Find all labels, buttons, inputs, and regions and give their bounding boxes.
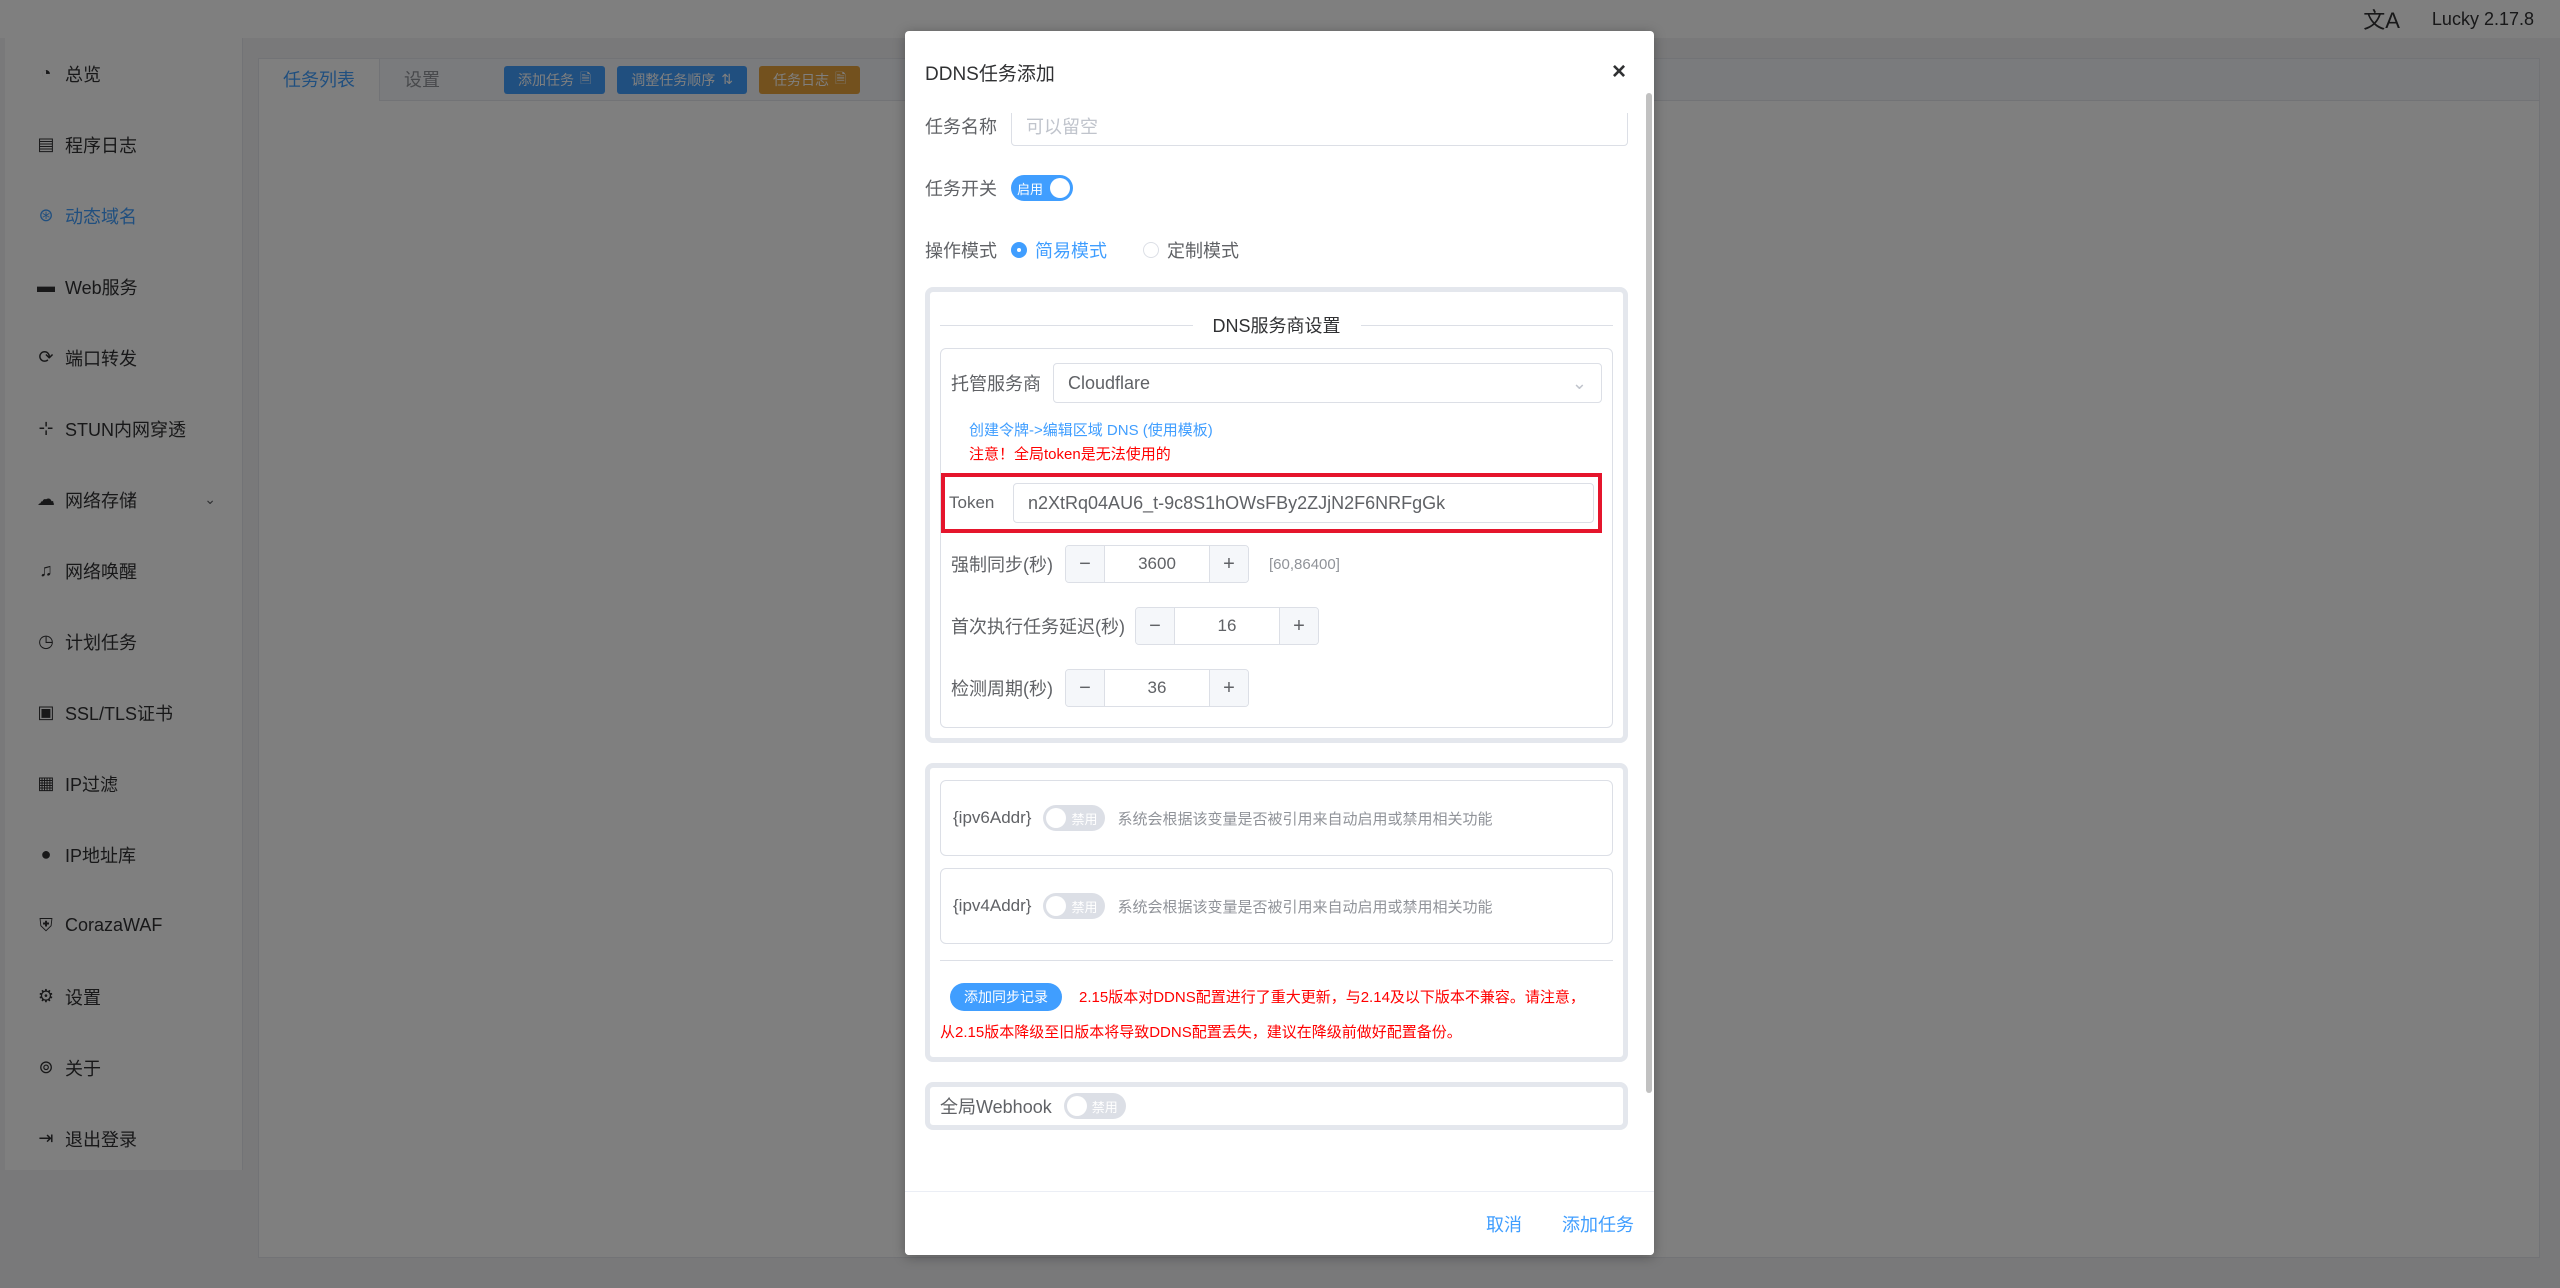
chevron-down-icon: ⌄ (1571, 372, 1587, 393)
first-delay-label: 首次执行任务延迟(秒) (951, 617, 1125, 637)
dns-provider-card: DNS服务商设置 托管服务商 Cloudflare ⌄ 创建令牌->编辑区域 D… (925, 287, 1628, 743)
version-warning-2: 从2.15版本降级至旧版本将导致DDNS配置丢失，建议在降级前做好配置备份。 (940, 1024, 1462, 1041)
token-warning: 注意！全局token是无法使用的 (969, 446, 1171, 463)
ipv4-variable-desc: 系统会根据该变量是否被引用来自动启用或禁用相关功能 (1117, 898, 1493, 916)
switch-knob (1046, 808, 1067, 828)
close-icon[interactable]: × (1604, 58, 1634, 86)
token-label: Token (949, 493, 995, 512)
mode-row: 操作模式 简易模式 定制模式 (925, 219, 1628, 281)
check-period-value[interactable]: 36 (1104, 670, 1210, 706)
webhook-row: 全局Webhook 禁用 (940, 1091, 1613, 1121)
switch-knob (1050, 178, 1070, 198)
task-switch-row: 任务开关 启用 (925, 157, 1628, 219)
task-enable-switch[interactable]: 启用 (1011, 175, 1073, 201)
force-sync-row: 强制同步(秒) − 3600 + [60,86400] (951, 533, 1602, 595)
provider-value: Cloudflare (1068, 372, 1151, 393)
force-sync-stepper[interactable]: − 3600 + (1065, 545, 1249, 583)
minus-icon[interactable]: − (1066, 670, 1104, 706)
force-sync-label: 强制同步(秒) (951, 555, 1053, 575)
first-delay-row: 首次执行任务延迟(秒) − 16 + (951, 595, 1602, 657)
token-help: 创建令牌->编辑区域 DNS (使用模板) 注意！全局token是无法使用的 (951, 419, 1602, 467)
ipv4-variable-row: {ipv4Addr} 禁用 系统会根据该变量是否被引用来自动启用或禁用相关功能 (940, 868, 1613, 944)
switch-text: 禁用 (1091, 1099, 1118, 1115)
ddns-add-dialog: DDNS任务添加 × 任务名称 可以留空 任务开关 启用 操作模式 简易模式 定… (905, 31, 1654, 1255)
minus-icon[interactable]: − (1136, 608, 1174, 644)
check-period-row: 检测周期(秒) − 36 + (951, 657, 1602, 719)
version-warning-1: 2.15版本对DDNS配置进行了重大更新，与2.14及以下版本不兼容。请注意， (1079, 989, 1585, 1006)
plus-icon[interactable]: + (1210, 670, 1248, 706)
ipv4-variable-name: {ipv4Addr} (953, 896, 1032, 915)
dialog-header: DDNS任务添加 × (905, 31, 1654, 113)
ipv6-variable-name: {ipv6Addr} (953, 808, 1032, 827)
force-sync-value[interactable]: 3600 (1104, 546, 1210, 582)
create-token-link[interactable]: 创建令牌->编辑区域 DNS (使用模板) (969, 419, 1602, 443)
webhook-switch[interactable]: 禁用 (1063, 1093, 1126, 1119)
webhook-label: 全局Webhook (940, 1097, 1052, 1117)
mode-custom-radio[interactable]: 定制模式 (1143, 237, 1239, 263)
dialog-scrollbar[interactable] (1646, 93, 1652, 1093)
switch-knob (1046, 896, 1067, 916)
dialog-title: DDNS任务添加 (925, 63, 1055, 85)
ipv6-variable-desc: 系统会根据该变量是否被引用来自动启用或禁用相关功能 (1117, 810, 1493, 828)
first-delay-value[interactable]: 16 (1174, 608, 1280, 644)
check-period-stepper[interactable]: − 36 + (1065, 669, 1249, 707)
switch-text: 禁用 (1071, 811, 1098, 827)
token-input[interactable]: n2XtRq04AU6_t-9c8S1hOWsFBy2ZJjN2F6NRFgGk (1013, 483, 1594, 523)
add-task-confirm-button[interactable]: 添加任务 (1562, 1211, 1634, 1237)
cancel-button[interactable]: 取消 (1486, 1211, 1522, 1237)
dns-section-divider: DNS服务商设置 (940, 302, 1613, 348)
dns-section-title: DNS服务商设置 (1212, 316, 1341, 336)
mode-label: 操作模式 (925, 241, 997, 261)
token-highlight-box: Token n2XtRq04AU6_t-9c8S1hOWsFBy2ZJjN2F6… (941, 473, 1602, 533)
switch-text: 禁用 (1071, 899, 1098, 915)
provider-select[interactable]: Cloudflare ⌄ (1053, 363, 1602, 403)
radio-dot (1143, 242, 1159, 258)
task-name-input[interactable]: 可以留空 (1011, 113, 1628, 146)
radio-dot (1011, 242, 1027, 258)
sync-footer: 添加同步记录 2.15版本对DDNS配置进行了重大更新，与2.14及以下版本不兼… (940, 960, 1613, 1047)
task-name-label: 任务名称 (925, 117, 997, 137)
provider-row: 托管服务商 Cloudflare ⌄ (951, 355, 1602, 411)
task-name-row: 任务名称 可以留空 (925, 113, 1628, 157)
plus-icon[interactable]: + (1280, 608, 1318, 644)
ipv6-variable-row: {ipv6Addr} 禁用 系统会根据该变量是否被引用来自动启用或禁用相关功能 (940, 780, 1613, 856)
switch-knob (1066, 1096, 1087, 1116)
force-sync-range: [60,86400] (1269, 555, 1340, 573)
first-delay-stepper[interactable]: − 16 + (1135, 607, 1319, 645)
dns-settings-panel: 托管服务商 Cloudflare ⌄ 创建令牌->编辑区域 DNS (使用模板)… (940, 348, 1613, 728)
webhook-card: 全局Webhook 禁用 (925, 1082, 1628, 1130)
add-sync-record-button[interactable]: 添加同步记录 (950, 983, 1062, 1011)
mode-custom-label: 定制模式 (1167, 241, 1239, 261)
minus-icon[interactable]: − (1066, 546, 1104, 582)
dialog-body[interactable]: 任务名称 可以留空 任务开关 启用 操作模式 简易模式 定制模式 DNS服务商设… (905, 113, 1654, 1219)
sync-records-card: {ipv6Addr} 禁用 系统会根据该变量是否被引用来自动启用或禁用相关功能 … (925, 763, 1628, 1062)
ipv4-switch[interactable]: 禁用 (1043, 893, 1106, 919)
mode-simple-radio[interactable]: 简易模式 (1011, 237, 1107, 263)
ipv6-switch[interactable]: 禁用 (1043, 805, 1106, 831)
check-period-label: 检测周期(秒) (951, 679, 1053, 699)
dialog-footer: 取消 添加任务 (905, 1191, 1654, 1255)
mode-simple-label: 简易模式 (1035, 241, 1107, 261)
plus-icon[interactable]: + (1210, 546, 1248, 582)
switch-text: 启用 (1017, 181, 1044, 197)
provider-label: 托管服务商 (951, 374, 1041, 394)
task-switch-label: 任务开关 (925, 179, 997, 199)
